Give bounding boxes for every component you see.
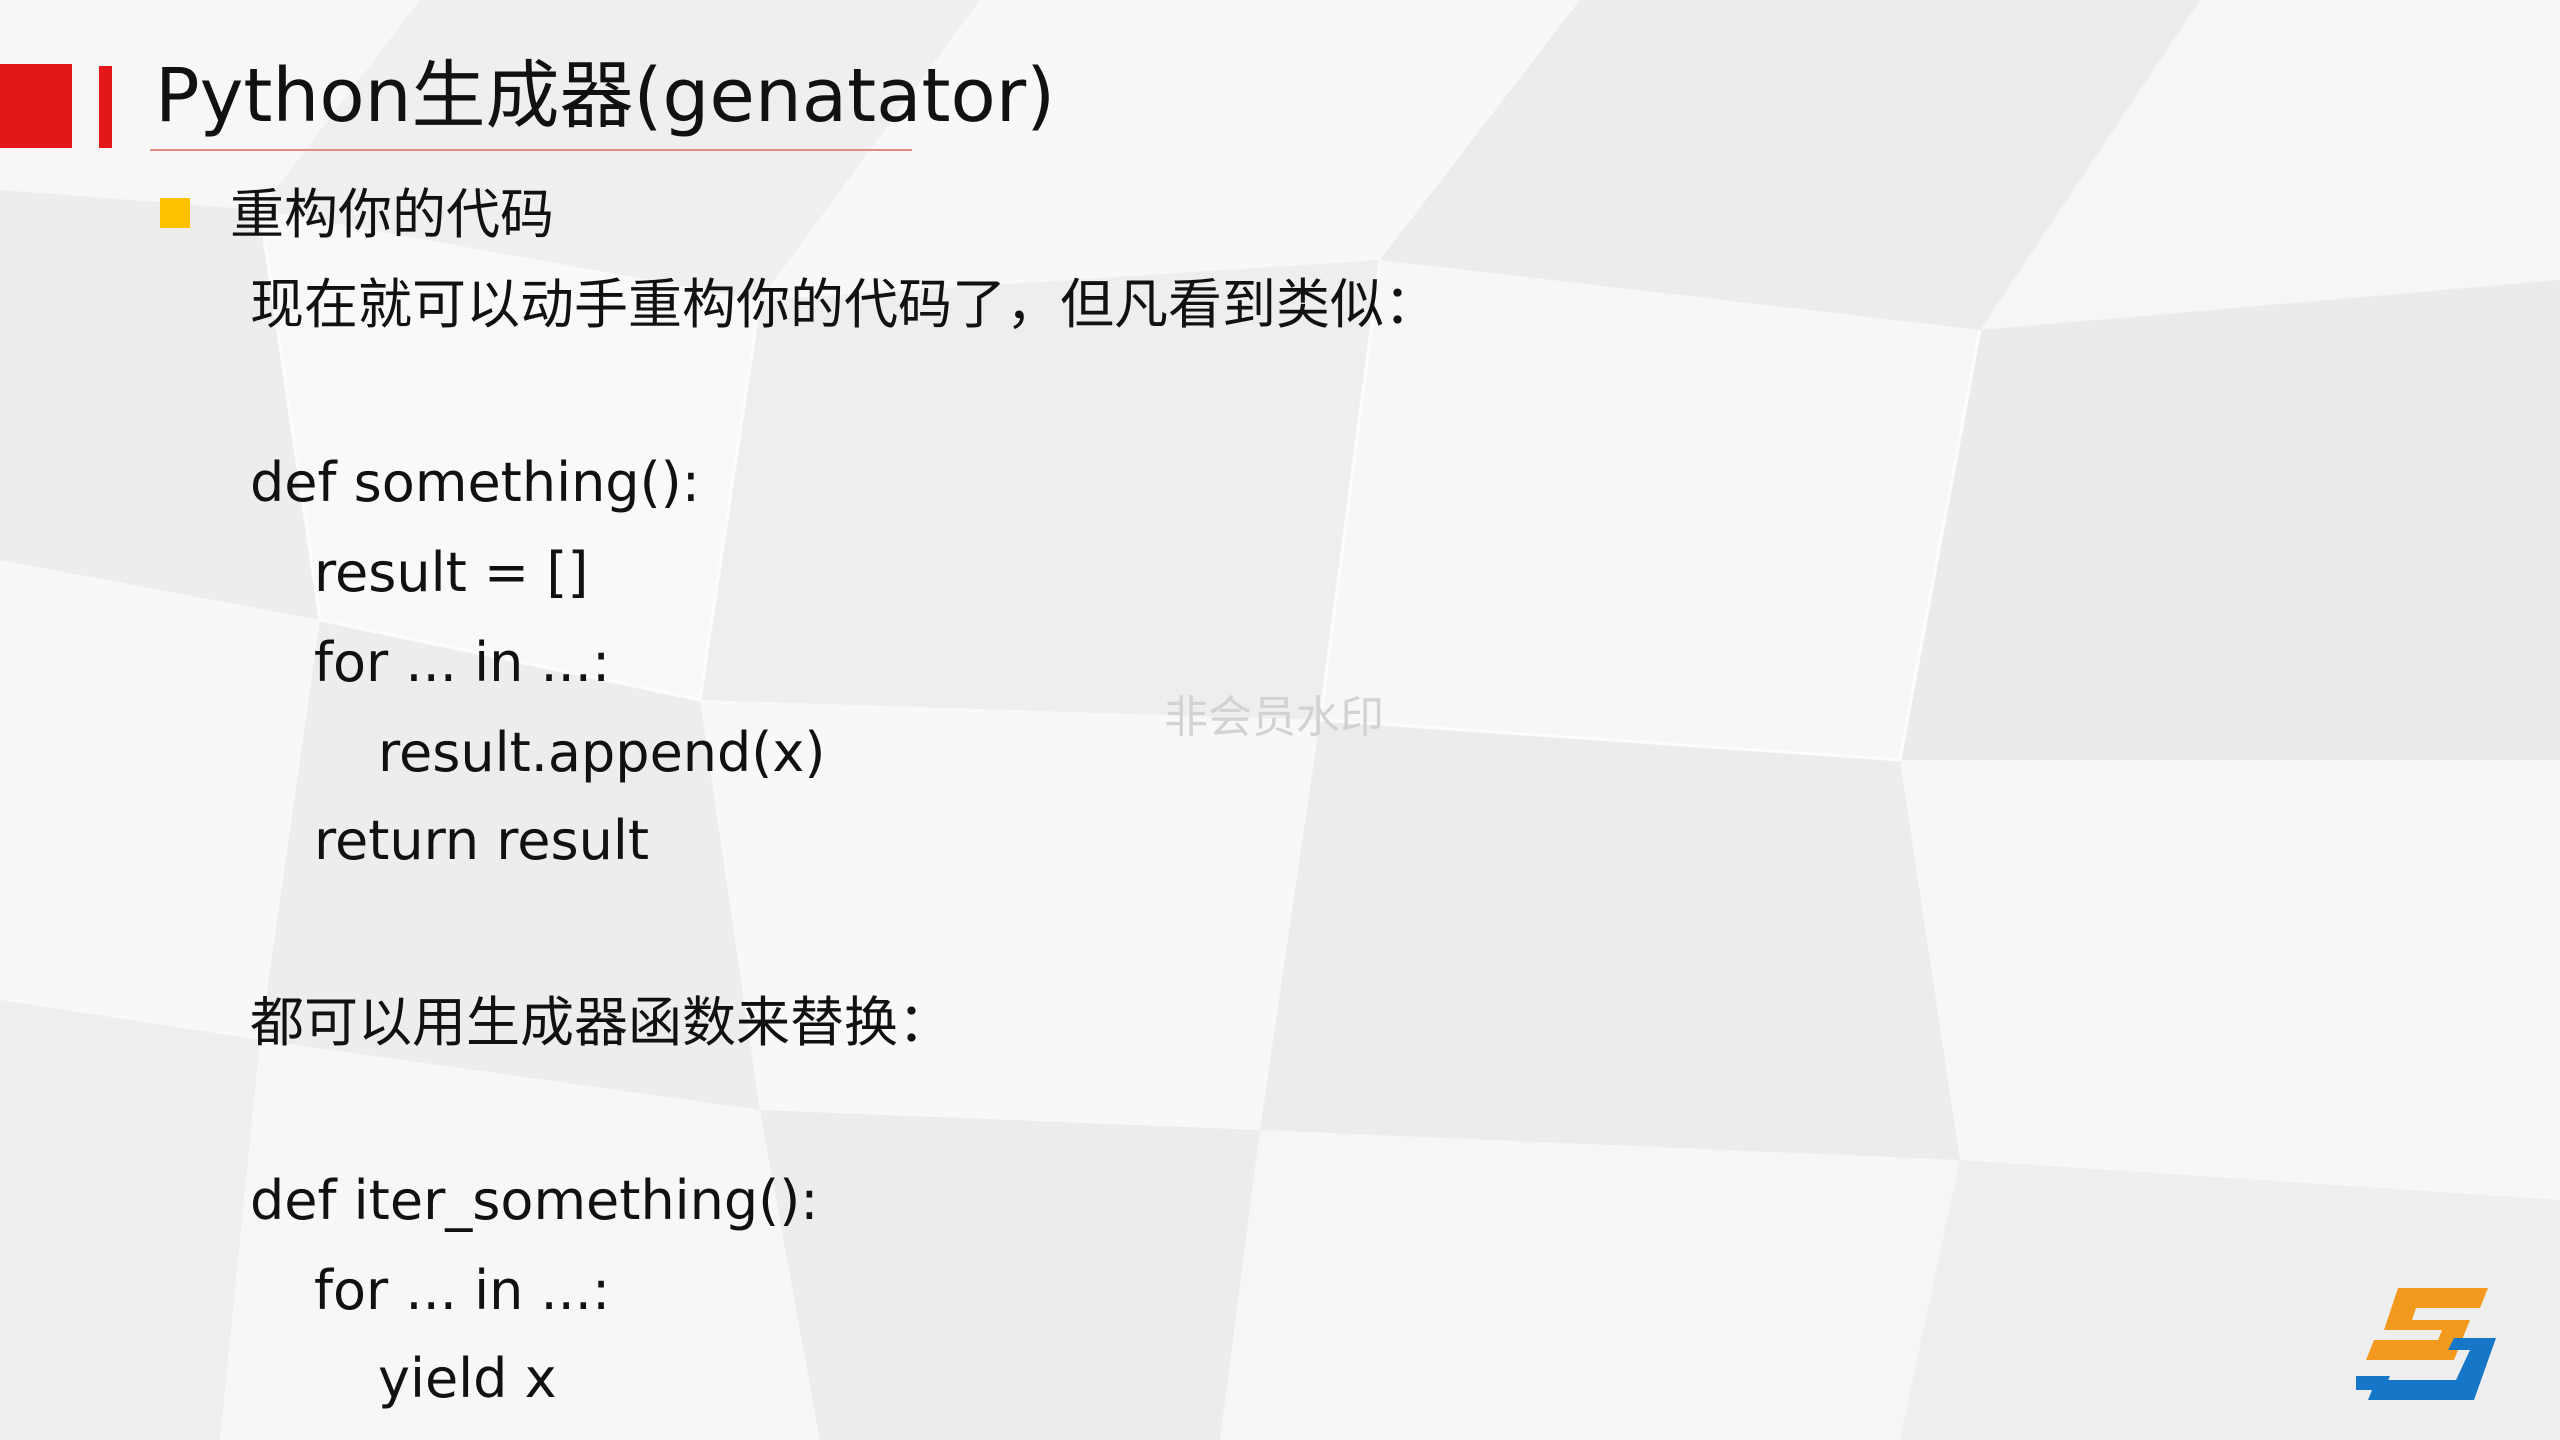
title-accent-bar — [99, 66, 112, 148]
code-line: def iter_something(): — [250, 1169, 819, 1232]
watermark: 非会员水印 — [1164, 692, 1384, 743]
slide: Python生成器(genatator) 重构你的代码 现在就可以动手重构你的代… — [0, 0, 2560, 1440]
title-accent-block — [0, 64, 72, 148]
title-underline — [150, 149, 912, 151]
intro-text: 现在就可以动手重构你的代码了，但凡看到类似： — [250, 273, 1438, 336]
code-line: def something(): — [250, 451, 700, 514]
code-line: result = [] — [314, 541, 589, 604]
code-line: for ... in ...: — [314, 1259, 611, 1322]
square-bullet-icon — [160, 198, 190, 228]
transition-text: 都可以用生成器函数来替换： — [250, 991, 952, 1054]
code-line: return result — [314, 809, 650, 872]
bullet-heading: 重构你的代码 — [230, 183, 554, 246]
brand-logo-icon — [2356, 1288, 2496, 1400]
slide-title: Python生成器(genatator) — [155, 53, 1056, 139]
code-line: yield x — [378, 1347, 557, 1410]
code-line: for ... in ...: — [314, 631, 611, 694]
code-line: result.append(x) — [378, 721, 826, 784]
